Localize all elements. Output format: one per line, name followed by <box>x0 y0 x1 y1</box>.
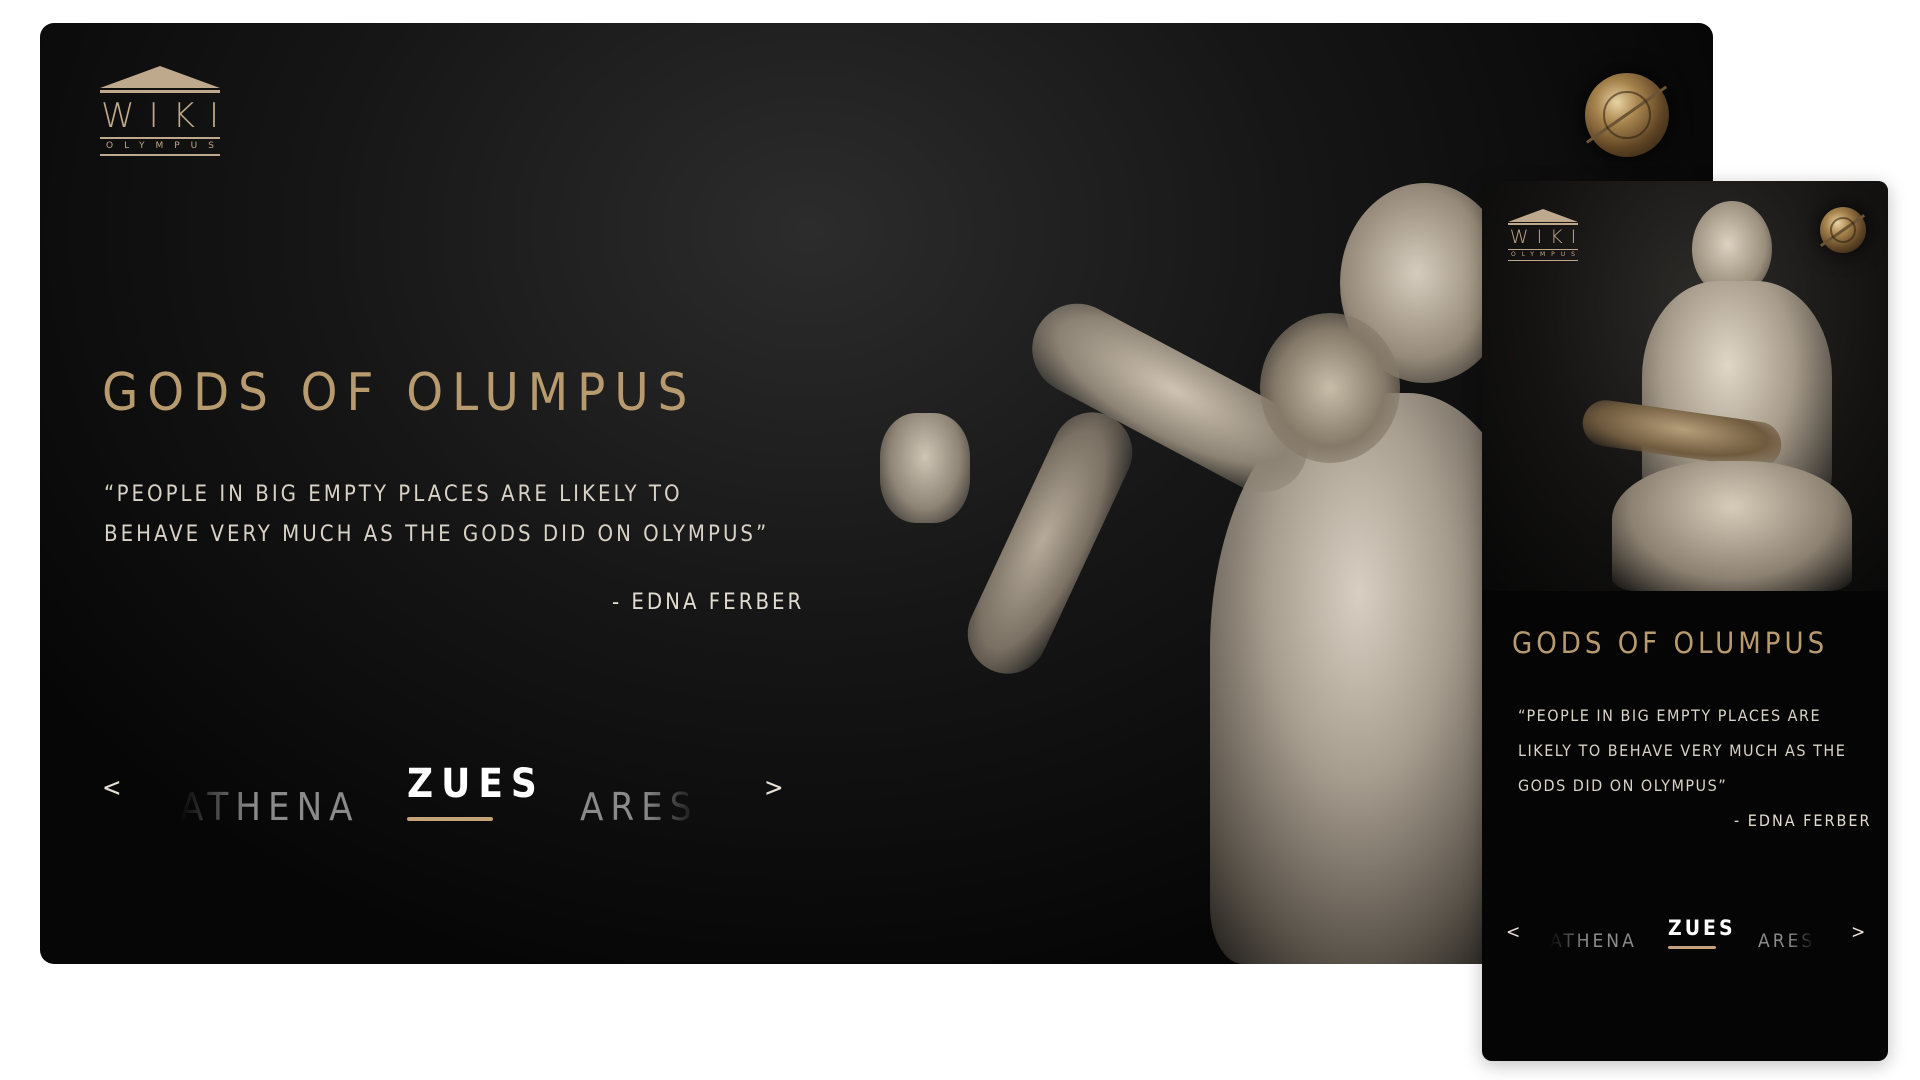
mobile-page-title: GODS OF OLUMPUS <box>1512 626 1829 660</box>
mobile-site-logo[interactable]: WIKI OLYMPUS <box>1508 209 1578 261</box>
carousel-next-button[interactable]: > <box>764 773 784 803</box>
carousel-item-ares[interactable]: ARES <box>580 785 698 829</box>
logo-word: WIKI <box>101 96 233 136</box>
logo-temple-icon <box>100 66 220 88</box>
mobile-quote-author: - EDNA FERBER <box>1734 811 1872 830</box>
carousel-item-zues[interactable]: ZUES <box>1668 916 1736 940</box>
desktop-hero: WIKI OLYMPUS GODS OF OLUMPUS “PEOPLE IN … <box>40 23 1713 964</box>
shield-icon[interactable] <box>1820 207 1866 253</box>
mobile-gods-carousel: < ATHENA ZUES ARES > <box>1506 916 1866 986</box>
carousel-item-zues[interactable]: ZUES <box>407 761 545 807</box>
carousel-prev-button[interactable]: < <box>102 773 122 803</box>
logo-divider <box>100 137 220 139</box>
mobile-preview: WIKI OLYMPUS GODS OF OLUMPUS “PEOPLE IN … <box>1482 181 1888 1061</box>
site-logo[interactable]: WIKI OLYMPUS <box>100 66 220 156</box>
statue-image <box>860 143 1560 964</box>
carousel-item-athena[interactable]: ATHENA <box>1550 930 1637 952</box>
quote-text: “PEOPLE IN BIG EMPTY PLACES ARE LIKELY T… <box>104 482 770 547</box>
logo-subtitle: OLYMPUS <box>106 141 225 151</box>
logo-base <box>100 154 220 156</box>
logo-temple-icon <box>1508 209 1578 222</box>
carousel-prev-button[interactable]: < <box>1506 921 1520 943</box>
carousel-item-athena[interactable]: ATHENA <box>180 785 360 829</box>
mobile-quote-text: “PEOPLE IN BIG EMPTY PLACES ARE LIKELY T… <box>1518 706 1847 795</box>
logo-subtitle: OLYMPUS <box>1511 251 1581 258</box>
active-item-underline <box>1668 946 1716 949</box>
shield-icon[interactable] <box>1585 73 1669 157</box>
page-title: GODS OF OLUMPUS <box>102 363 697 423</box>
logo-roof-bar <box>100 90 220 93</box>
logo-word: WIKI <box>1509 226 1585 248</box>
logo-divider <box>1508 249 1578 250</box>
quote-author: - EDNA FERBER <box>612 590 805 615</box>
active-item-underline <box>407 817 493 821</box>
carousel-item-ares[interactable]: ARES <box>1758 930 1815 952</box>
carousel-next-button[interactable]: > <box>1851 921 1865 943</box>
logo-base <box>1508 260 1578 261</box>
logo-roof-bar <box>1508 223 1578 225</box>
gods-carousel: < ATHENA ZUES ARES > <box>100 761 800 863</box>
